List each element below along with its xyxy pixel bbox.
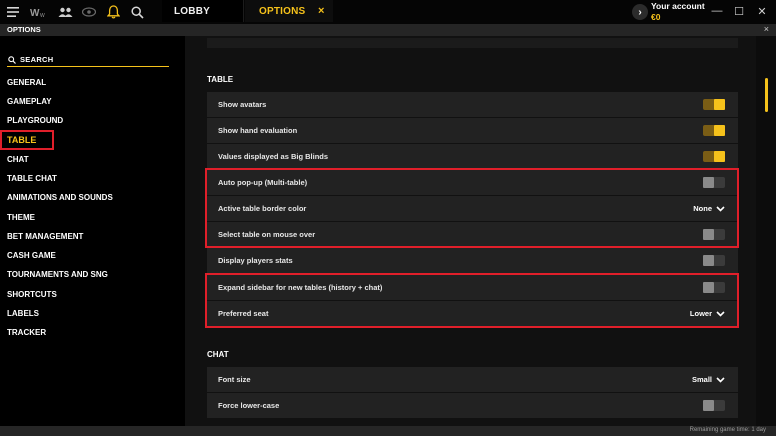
highlight-box bbox=[205, 273, 739, 328]
setting-label: Show avatars bbox=[218, 100, 267, 109]
tab-lobby[interactable]: LOBBY bbox=[162, 0, 244, 22]
sidebar-item-tracker[interactable]: TRACKER bbox=[7, 328, 46, 337]
setting-label: Font size bbox=[218, 375, 251, 384]
bell-icon[interactable] bbox=[104, 0, 122, 24]
toggle-force-lower-case[interactable] bbox=[703, 400, 725, 411]
font-size-dropdown[interactable]: Small bbox=[692, 367, 725, 392]
toggle-display-players-stats[interactable] bbox=[703, 255, 725, 266]
sidebar-item-chat[interactable]: CHAT bbox=[7, 155, 29, 164]
close-tab-icon[interactable]: × bbox=[318, 0, 324, 22]
toggle-big-blinds[interactable] bbox=[703, 151, 725, 162]
sidebar-item-labels[interactable]: LABELS bbox=[7, 309, 39, 318]
setting-row[interactable]: Display players stats bbox=[207, 248, 738, 273]
remaining-time-text: Remaining game time: 1 day bbox=[689, 427, 766, 433]
search-icon[interactable] bbox=[128, 0, 146, 24]
account-balance: €0 bbox=[651, 12, 661, 22]
setting-row[interactable]: Force lower-case bbox=[207, 393, 738, 418]
sidebar-item-general[interactable]: GENERAL bbox=[7, 78, 46, 87]
setting-label: Values displayed as Big Blinds bbox=[218, 152, 329, 161]
options-header: OPTIONS × bbox=[0, 24, 776, 36]
maximize-button[interactable]: ☐ bbox=[729, 0, 749, 22]
close-window-button[interactable]: ✕ bbox=[752, 0, 772, 22]
account-title[interactable]: Your account bbox=[651, 1, 705, 11]
options-content: TABLE Show avatars Show hand evaluation … bbox=[185, 36, 756, 426]
scrolled-row bbox=[207, 38, 738, 48]
minimize-button[interactable]: — bbox=[707, 0, 727, 22]
close-options-icon[interactable]: × bbox=[764, 24, 769, 34]
scrollbar-thumb[interactable] bbox=[765, 78, 768, 112]
setting-label: Force lower-case bbox=[218, 401, 280, 410]
section-title-chat: CHAT bbox=[207, 350, 229, 359]
sidebar-item-playground[interactable]: PLAYGROUND bbox=[7, 116, 63, 125]
sidebar-item-animations-and-sounds[interactable]: ANIMATIONS AND SOUNDS bbox=[7, 193, 113, 202]
setting-row[interactable]: Show avatars bbox=[207, 92, 738, 117]
sidebar-item-table-chat[interactable]: TABLE CHAT bbox=[7, 174, 57, 183]
account-arrow-icon[interactable]: › bbox=[632, 4, 648, 20]
search-label: SEARCH bbox=[20, 55, 54, 64]
section-title-table: TABLE bbox=[207, 75, 234, 84]
menu-icon[interactable] bbox=[4, 0, 22, 24]
toggle-show-avatars[interactable] bbox=[703, 99, 725, 110]
status-bar: Remaining game time: 1 day bbox=[0, 426, 776, 436]
search-input[interactable]: SEARCH bbox=[7, 53, 169, 67]
active-item-highlight bbox=[0, 130, 54, 150]
tables-icon[interactable]: WW bbox=[27, 0, 49, 24]
eye-icon[interactable] bbox=[80, 0, 98, 24]
setting-row[interactable]: Values displayed as Big Blinds bbox=[207, 144, 738, 169]
toggle-show-hand-evaluation[interactable] bbox=[703, 125, 725, 136]
svg-text:W: W bbox=[40, 13, 45, 17]
chevron-down-icon bbox=[716, 376, 725, 383]
sidebar-item-theme[interactable]: THEME bbox=[7, 213, 35, 222]
sidebar-item-tournaments-and-sng[interactable]: TOURNAMENTS AND SNG bbox=[7, 270, 108, 279]
setting-label: Display players stats bbox=[218, 256, 293, 265]
friends-icon[interactable] bbox=[55, 0, 75, 24]
svg-text:W: W bbox=[30, 8, 40, 17]
setting-label: Show hand evaluation bbox=[218, 126, 298, 135]
options-sidebar: SEARCH GENERAL GAMEPLAY PLAYGROUND TABLE… bbox=[0, 36, 185, 426]
sidebar-item-cash-game[interactable]: CASH GAME bbox=[7, 251, 56, 260]
setting-row[interactable]: Font size Small bbox=[207, 367, 738, 392]
highlight-box bbox=[205, 168, 739, 248]
title-bar: WW LOBBY OPTIONS × › Your account €0 — ☐… bbox=[0, 0, 776, 24]
dropdown-value: Small bbox=[691, 375, 712, 384]
scrollbar[interactable] bbox=[756, 36, 776, 426]
sidebar-item-gameplay[interactable]: GAMEPLAY bbox=[7, 97, 52, 106]
sidebar-item-shortcuts[interactable]: SHORTCUTS bbox=[7, 290, 57, 299]
options-title: OPTIONS bbox=[7, 25, 41, 34]
sidebar-item-bet-management[interactable]: BET MANAGEMENT bbox=[7, 232, 83, 241]
search-icon bbox=[7, 55, 17, 65]
setting-row[interactable]: Show hand evaluation bbox=[207, 118, 738, 143]
